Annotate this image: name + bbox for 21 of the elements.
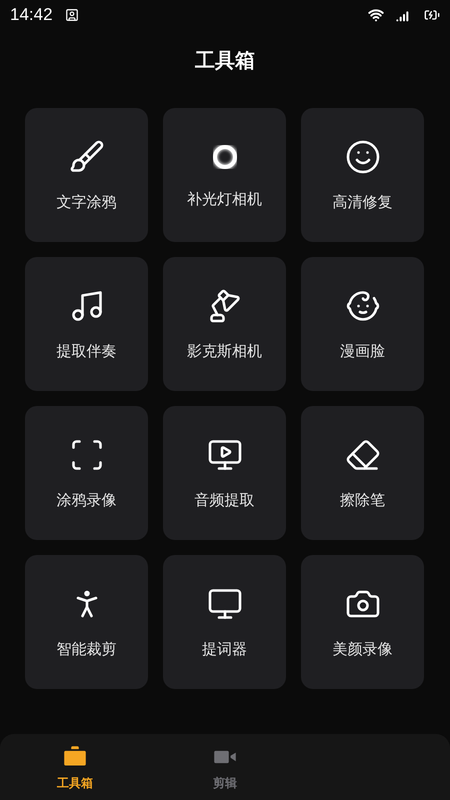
page-title: 工具箱 <box>195 47 255 74</box>
nav-tab[interactable]: 工具箱 <box>0 734 150 800</box>
ring-light-icon <box>210 142 240 172</box>
nav-tab[interactable]: 剪辑 <box>150 734 300 800</box>
tool-card[interactable]: 影克斯相机 <box>163 257 286 391</box>
tool-card[interactable]: 擦除笔 <box>301 406 424 540</box>
clock: 14:42 <box>10 5 53 25</box>
tool-card[interactable]: 补光灯相机 <box>163 108 286 242</box>
wifi-icon <box>368 7 384 23</box>
brush-icon <box>68 138 104 174</box>
tool-card[interactable]: 智能裁剪 <box>25 555 148 689</box>
tool-card[interactable]: 涂鸦录像 <box>25 406 148 540</box>
tool-card[interactable]: 美颜录像 <box>301 555 424 689</box>
tool-card[interactable]: 提词器 <box>163 555 286 689</box>
tool-card[interactable]: 文字涂鸦 <box>25 108 148 242</box>
tool-card[interactable]: 音频提取 <box>163 406 286 540</box>
smiley-icon <box>344 138 380 174</box>
tool-card[interactable]: 漫画脸 <box>301 257 424 391</box>
tool-card[interactable]: 高清修复 <box>301 108 424 242</box>
notification-icon <box>64 8 79 22</box>
tool-card[interactable]: 提取伴奏 <box>25 257 148 391</box>
